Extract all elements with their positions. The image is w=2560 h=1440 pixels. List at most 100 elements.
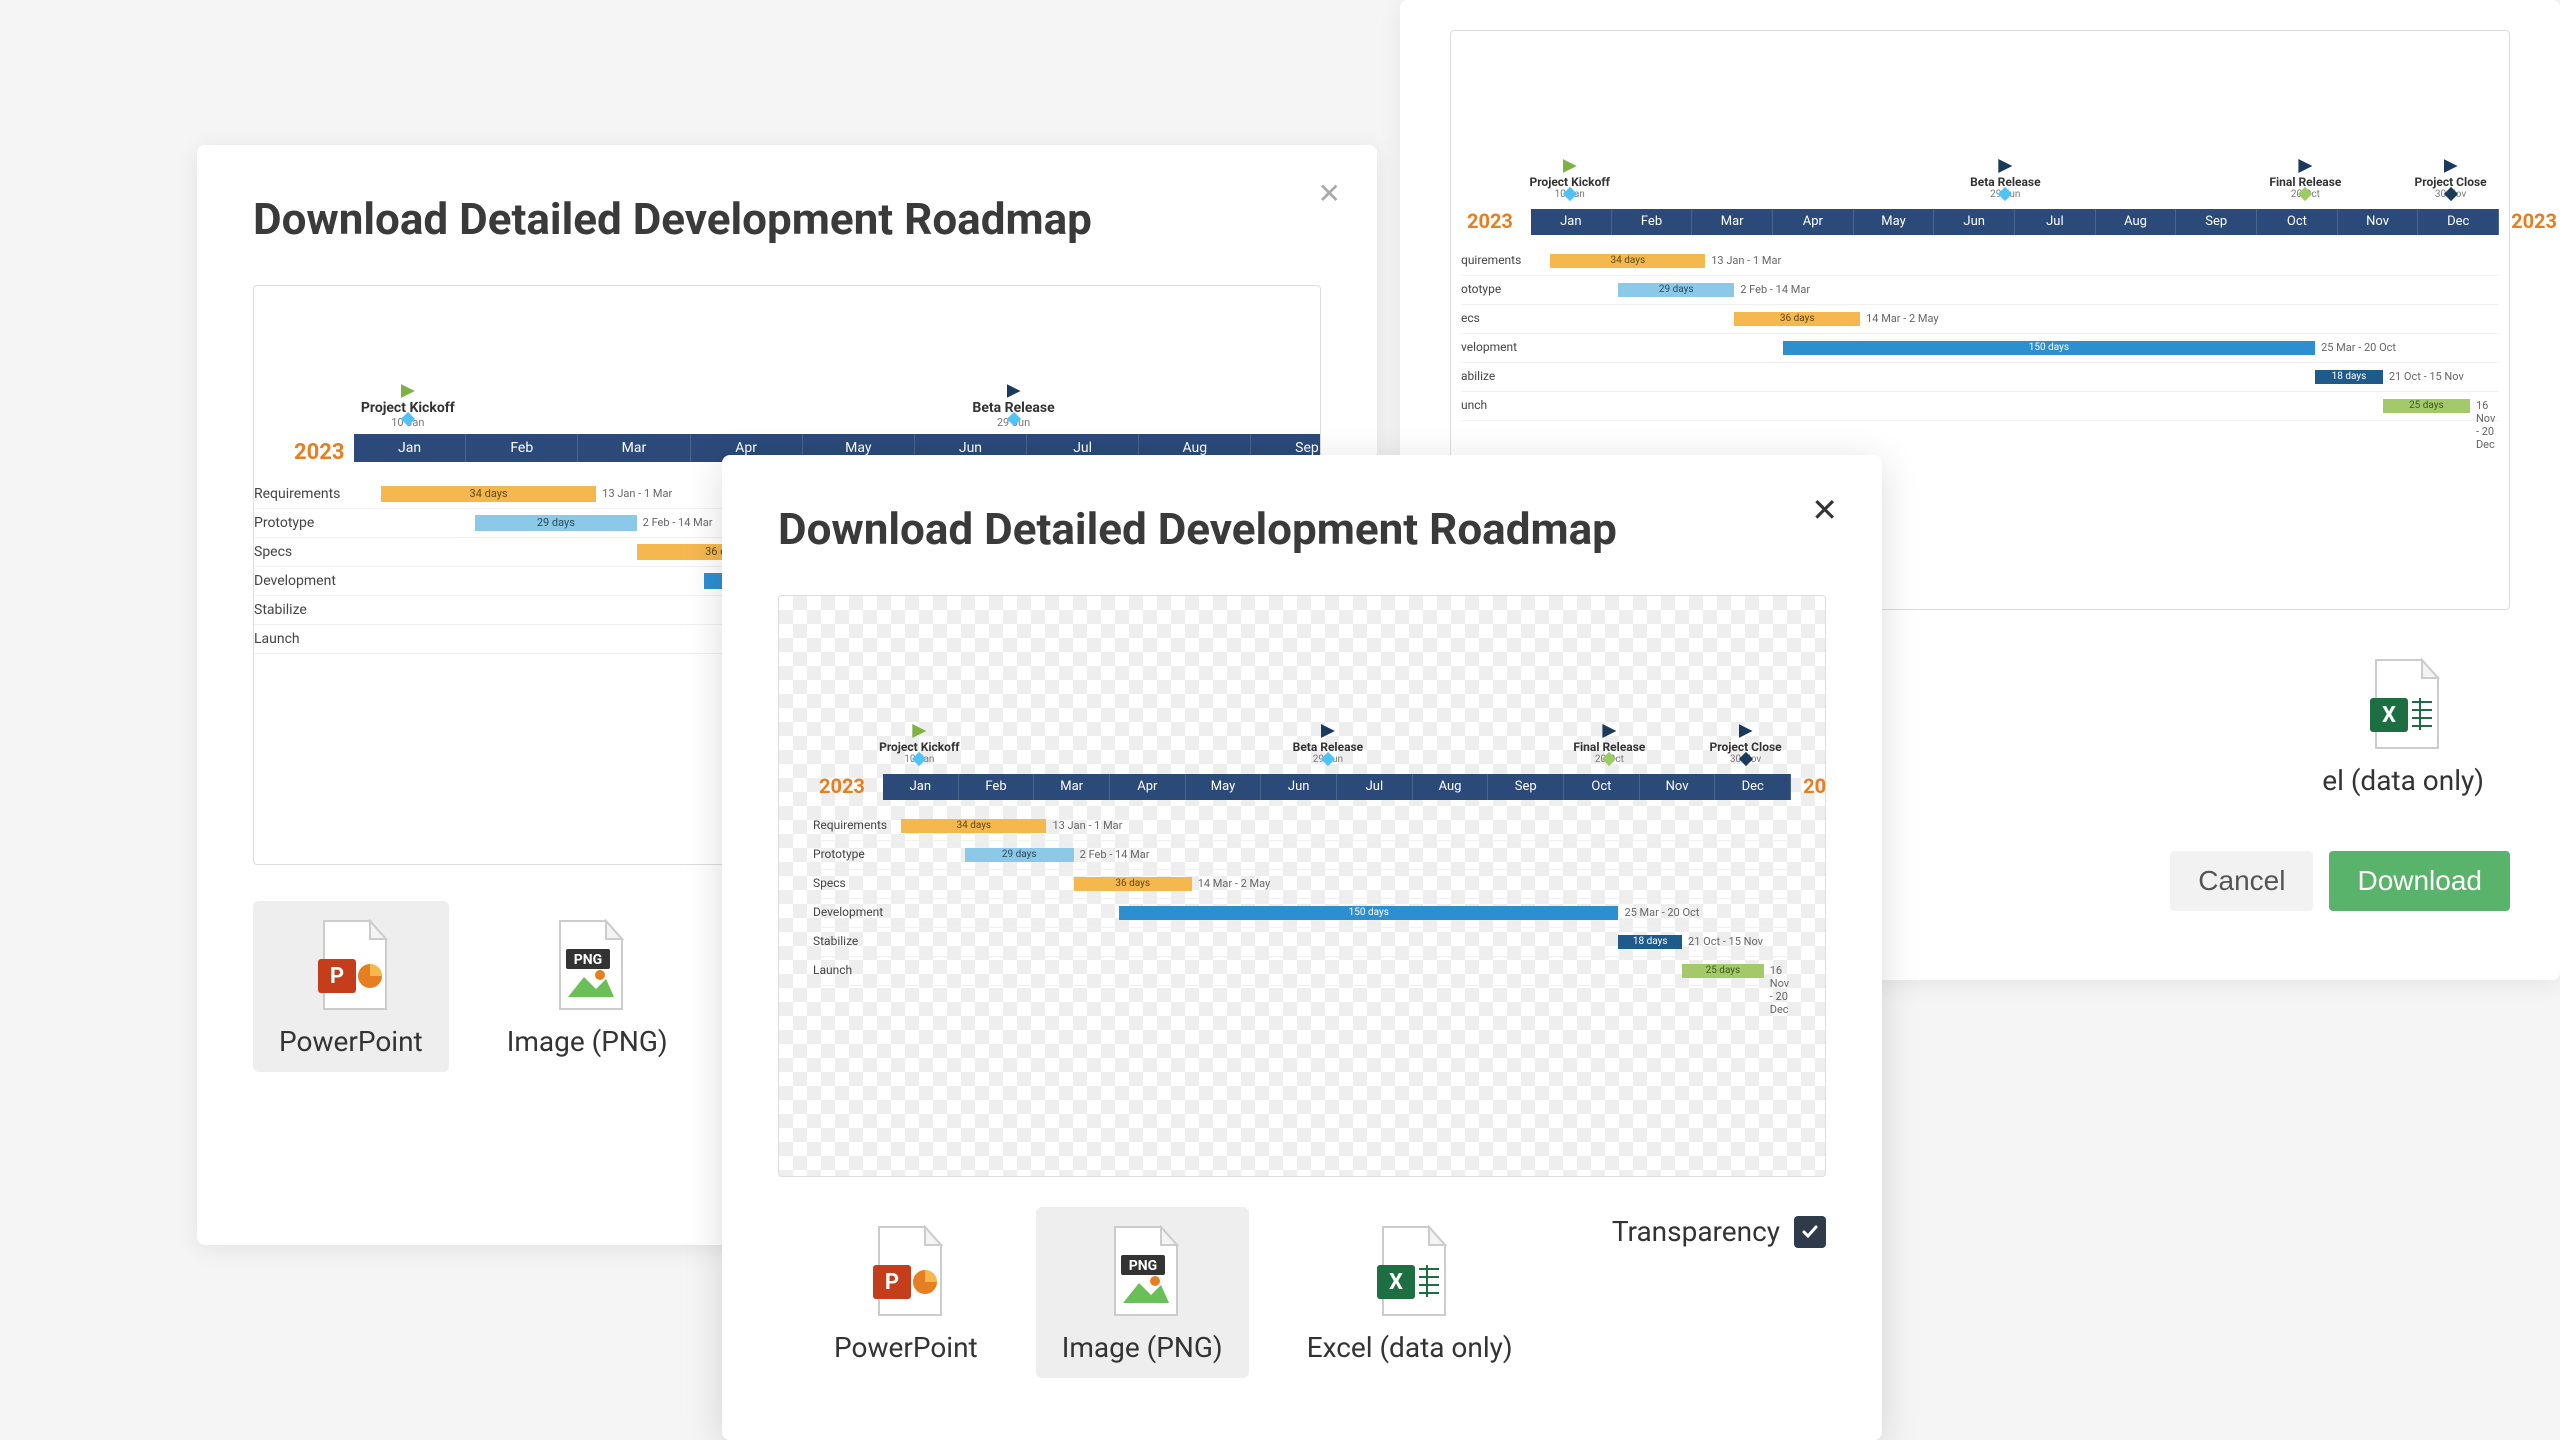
month-cell: Dec <box>2418 209 2499 235</box>
milestone: Beta Release 29 Jun <box>1950 159 2060 200</box>
flag-icon <box>401 384 415 398</box>
month-cell: Mar <box>578 434 690 462</box>
milestone: Project Kickoff 10 Jan <box>353 384 463 429</box>
date-range: 16 Nov - 20 Dec <box>1770 964 1791 1016</box>
row-label: Stabilize <box>813 934 879 948</box>
month-cell: Jan <box>354 434 466 462</box>
format-option-powerpoint[interactable]: P PowerPoint <box>808 1207 1004 1378</box>
month-cell: Feb <box>959 774 1035 800</box>
month-cell: Jun <box>1934 209 2015 235</box>
download-button[interactable]: Download <box>2329 851 2510 911</box>
month-cell: Mar <box>1692 209 1773 235</box>
month-cell: Feb <box>1612 209 1693 235</box>
date-range: 2 Feb - 14 Mar <box>1740 283 1810 296</box>
flag-icon <box>1007 384 1021 398</box>
flag-icon <box>912 724 926 738</box>
month-cell: Jun <box>1261 774 1337 800</box>
task-bar: 34 days <box>1550 254 1705 268</box>
row-label: unch <box>1461 398 1527 412</box>
row-label: quirements <box>1461 253 1527 267</box>
center-format-options: P PowerPoint PNG <box>808 1207 1539 1378</box>
row-label: Specs <box>254 544 344 560</box>
timeline-row: Development 150 days 25 Mar - 20 Oct <box>813 899 1791 928</box>
month-bar: JanFebMarAprMayJunJulAugSepOctNovDec <box>1531 209 2499 235</box>
milestone: Project Kickoff 10 Jan <box>864 724 974 765</box>
month-cell: Apr <box>1110 774 1186 800</box>
month-cell: Apr <box>1773 209 1854 235</box>
month-bar: JanFebMarAprMayJunJulAugSepOctNovDec <box>883 774 1791 800</box>
milestone: Beta Release 29 Jun <box>1273 724 1383 765</box>
format-option-image[interactable]: PNG Image (PNG) <box>1036 1207 1249 1378</box>
month-cell: Sep <box>2176 209 2257 235</box>
format-option-excel[interactable]: X el (data only) <box>2296 640 2510 811</box>
month-cell: Feb <box>466 434 578 462</box>
transparency-label: Transparency <box>1612 1215 1780 1248</box>
flag-icon <box>2298 159 2312 173</box>
powerpoint-icon: P <box>312 919 390 1011</box>
task-bar: 29 days <box>475 515 637 531</box>
date-range: 16 Nov - 20 Dec <box>2476 399 2499 451</box>
transparency-toggle[interactable]: Transparency <box>1612 1215 1826 1248</box>
row-label: Specs <box>813 876 879 890</box>
task-bar: 150 days <box>1119 906 1618 920</box>
flag-icon <box>1321 724 1335 738</box>
year-label-right: 2023 <box>1803 774 1826 798</box>
timeline-row: velopment 150 days 25 Mar - 20 Oct <box>1461 334 2499 363</box>
cancel-button[interactable]: Cancel <box>2170 851 2313 911</box>
task-bar: 25 days <box>1682 964 1764 978</box>
date-range: 14 Mar - 2 May <box>1866 312 1939 325</box>
task-bar: 150 days <box>1783 341 2315 355</box>
month-cell: Jul <box>2015 209 2096 235</box>
milestone: Final Release 20 Oct <box>1554 724 1664 765</box>
timeline-rows: Requirements 34 days 13 Jan - 1 Mar Prot… <box>813 812 1791 986</box>
task-bar: 29 days <box>1618 283 1734 297</box>
month-cell: Aug <box>2096 209 2177 235</box>
row-label: ototype <box>1461 282 1527 296</box>
row-label: Stabilize <box>254 602 344 618</box>
timeline-row: abilize 18 days 21 Oct - 15 Nov <box>1461 363 2499 392</box>
svg-text:P: P <box>330 964 344 989</box>
flag-icon <box>1998 159 2012 173</box>
svg-text:X: X <box>1389 1270 1403 1295</box>
month-cell: May <box>1186 774 1262 800</box>
svg-text:P: P <box>885 1270 899 1295</box>
close-icon[interactable]: ✕ <box>1318 177 1341 210</box>
row-label: Requirements <box>813 818 879 832</box>
center-roadmap-preview: 2023 JanFebMarAprMayJunJulAugSepOctNovDe… <box>778 595 1826 1177</box>
date-range: 2 Feb - 14 Mar <box>643 516 713 529</box>
format-label-excel: el (data only) <box>2322 764 2484 797</box>
format-option-powerpoint[interactable]: P PowerPoint <box>253 901 449 1072</box>
month-cell: Jan <box>883 774 959 800</box>
png-icon: PNG <box>1103 1225 1181 1317</box>
month-cell: Nov <box>1640 774 1716 800</box>
task-bar: 36 days <box>1734 312 1860 326</box>
row-label: Development <box>254 573 344 589</box>
row-label: velopment <box>1461 340 1527 354</box>
date-range: 13 Jan - 1 Mar <box>602 487 672 500</box>
year-label-left: 2023 <box>294 440 345 465</box>
year-label-right: 2023 <box>2511 209 2557 233</box>
row-label: Development <box>813 905 879 919</box>
dialog-title: Download Detailed Development Roadmap <box>253 193 1321 245</box>
timeline-row: unch 25 days 16 Nov - 20 Dec <box>1461 392 2499 421</box>
milestone: Project Kickoff 10 Jan <box>1515 159 1625 200</box>
format-label-excel: Excel (data only) <box>1307 1331 1513 1364</box>
date-range: 2 Feb - 14 Mar <box>1080 848 1150 861</box>
timeline-row: Launch 25 days 16 Nov - 20 Dec <box>813 957 1791 986</box>
timeline-row: ototype 29 days 2 Feb - 14 Mar <box>1461 276 2499 305</box>
month-cell: Oct <box>2257 209 2338 235</box>
center-options-row: P PowerPoint PNG <box>778 1207 1826 1378</box>
date-range: 13 Jan - 1 Mar <box>1711 254 1781 267</box>
format-option-image[interactable]: PNG Image (PNG) <box>481 901 694 1072</box>
timeline-row: ecs 36 days 14 Mar - 2 May <box>1461 305 2499 334</box>
svg-text:PNG: PNG <box>1129 1258 1157 1274</box>
format-label-powerpoint: PowerPoint <box>834 1331 978 1364</box>
format-label-powerpoint: PowerPoint <box>279 1025 423 1058</box>
close-icon[interactable]: ✕ <box>1811 491 1838 529</box>
checkbox-checked-icon[interactable] <box>1794 1216 1826 1248</box>
date-range: 25 Mar - 20 Oct <box>2321 341 2396 354</box>
month-cell: Oct <box>1564 774 1640 800</box>
flag-icon <box>1563 159 1577 173</box>
format-option-excel[interactable]: X Excel (data only) <box>1281 1207 1539 1378</box>
format-label-image: Image (PNG) <box>1062 1331 1223 1364</box>
